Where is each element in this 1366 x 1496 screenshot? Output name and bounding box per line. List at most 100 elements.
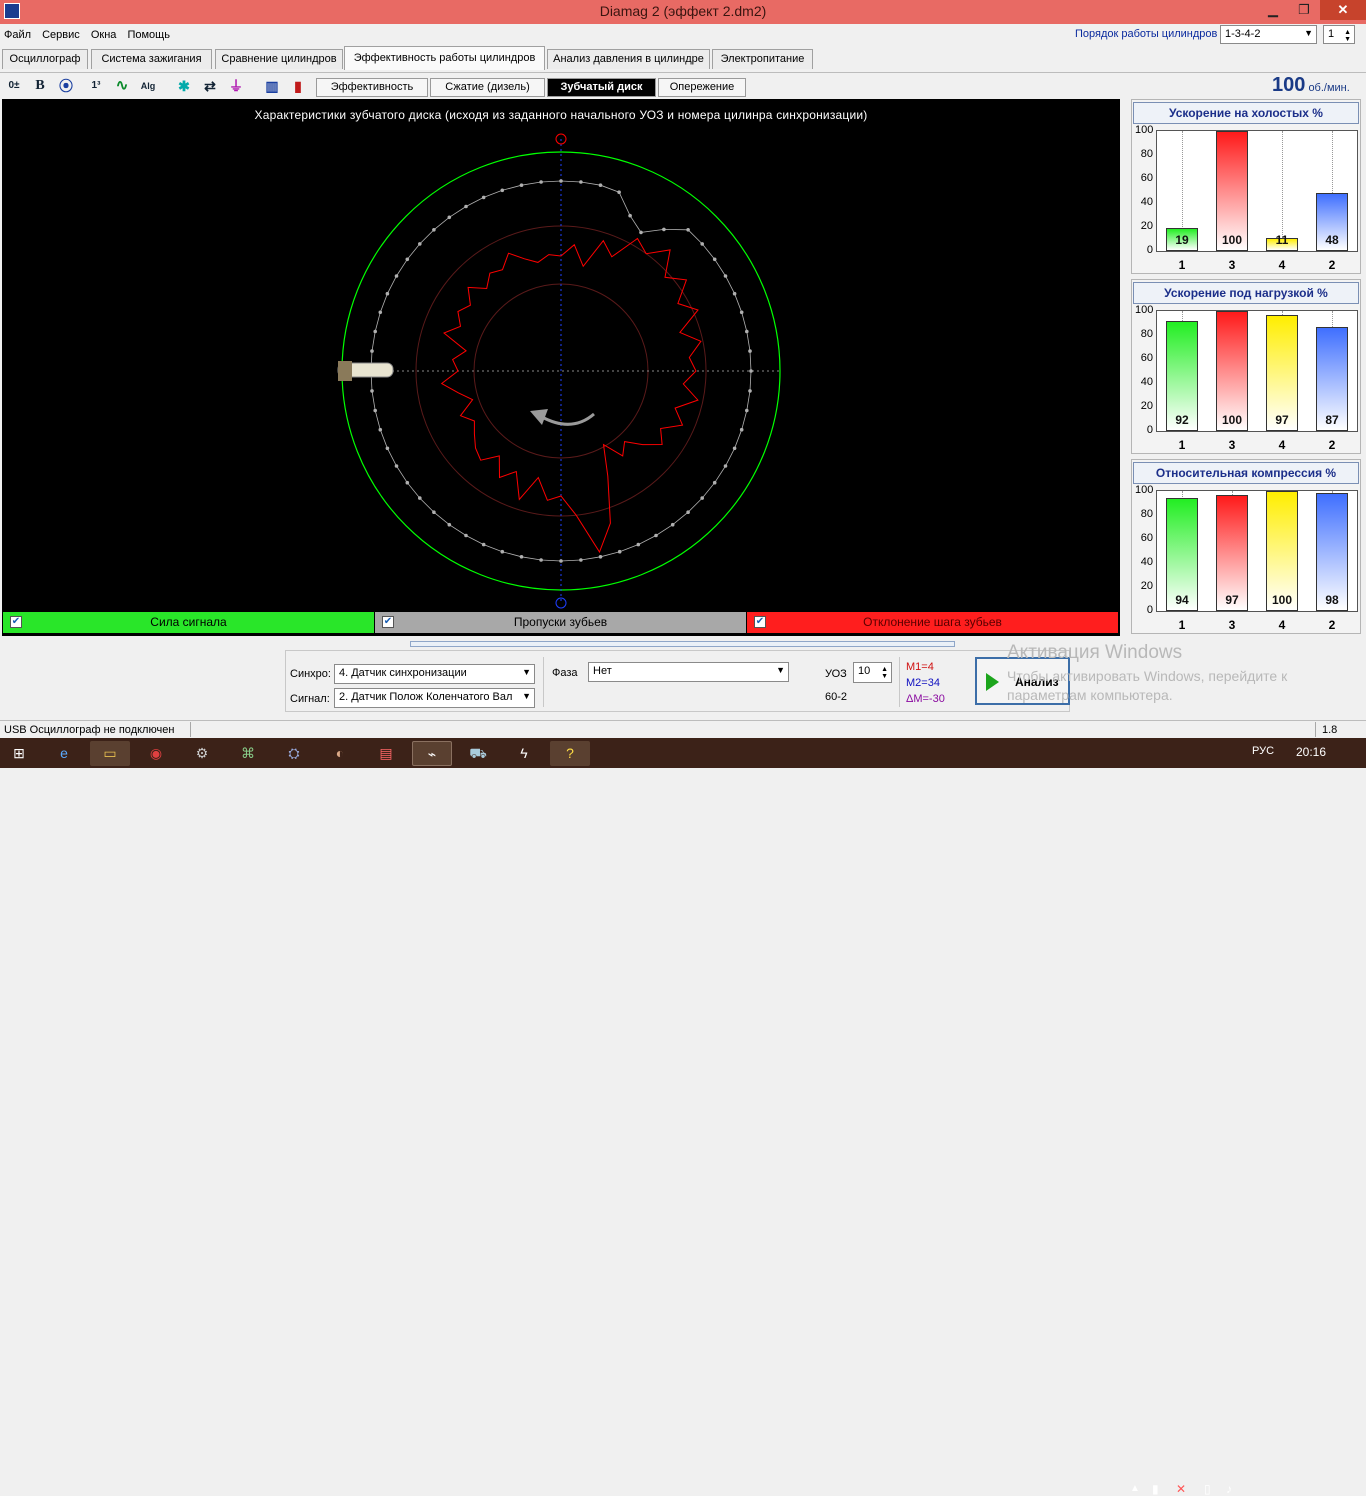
legend-pitch-deviation[interactable]: ✔ Отклонение шага зубьев (747, 612, 1118, 633)
play-icon (986, 673, 999, 691)
algorithm-icon[interactable]: Alg (138, 76, 158, 96)
volume-icon[interactable]: ♪ (1226, 1482, 1232, 1496)
legend-tooth-gaps[interactable]: ✔ Пропуски зубьев (375, 612, 746, 633)
delta-m-value: ΔM=-30 (906, 693, 945, 705)
rotation-arrow (541, 412, 595, 426)
y-tick-label: 40 (1140, 196, 1153, 208)
media-icon[interactable]: ◐ (320, 741, 360, 766)
rpm-display: 100 об./мин. (1272, 74, 1350, 97)
bold-icon[interactable]: B (30, 76, 50, 96)
menu-windows[interactable]: Окна (87, 26, 121, 44)
category-label: 3 (1228, 438, 1236, 452)
subtab-toothed-disk[interactable]: Зубчатый диск (547, 78, 656, 97)
legend-gaps-label: Пропуски зубьев (513, 615, 608, 629)
chart-title: Характеристики зубчатого диска (исходя и… (254, 108, 868, 122)
tab-pressure-analysis[interactable]: Анализ давления в цилиндре (547, 49, 710, 69)
battery-icon[interactable]: ▯ (1204, 1482, 1211, 1496)
checkbox-tooth-gaps[interactable]: ✔ (382, 616, 394, 628)
pitch-deviation-trace (440, 237, 702, 554)
minimize-button[interactable]: ▁ (1258, 0, 1288, 20)
y-tick-label: 0 (1146, 244, 1153, 256)
car-diag-icon[interactable]: ⛭ (274, 741, 314, 766)
checkbox-pitch-deviation[interactable]: ✔ (754, 616, 766, 628)
network-off-icon[interactable]: ✕ (1176, 1482, 1186, 1496)
clock[interactable]: 20:16 (1296, 745, 1326, 759)
m1-value: M1=4 (906, 661, 934, 673)
pdf-icon[interactable]: ▤ (366, 741, 406, 766)
hardware-icon[interactable]: ⚙ (182, 741, 222, 766)
bar-value-label: 100 (1271, 593, 1293, 607)
tab-cylinder-efficiency[interactable]: Эффективность работы цилиндров (344, 46, 545, 70)
curve-icon[interactable]: ∿ (112, 76, 132, 96)
cylinder-order-value: 1-3-4-2 (1225, 28, 1261, 40)
tray-arrow-icon[interactable]: ▲ (1130, 1483, 1140, 1494)
uoz-stepper[interactable]: 10 ▲ ▼ (853, 662, 892, 683)
language-indicator[interactable]: РУС (1252, 745, 1274, 757)
bars-number-icon[interactable]: ▮ (288, 76, 308, 96)
chevron-down-icon: ▼ (522, 691, 531, 701)
scanner-icon[interactable]: ⌘ (228, 741, 268, 766)
bar-value-label: 19 (1175, 233, 1189, 247)
ie-icon[interactable]: e (44, 741, 84, 766)
flash-icon[interactable]: ϟ (504, 741, 544, 766)
divider (543, 657, 544, 707)
y-tick-label: 40 (1140, 376, 1153, 388)
legend-signal-label: Сила сигнала (150, 615, 227, 629)
rpm-value: 100 (1272, 74, 1306, 96)
subtab-advance[interactable]: Опережение (658, 78, 746, 97)
menu-help[interactable]: Помощь (123, 26, 174, 44)
start-icon[interactable]: ⊞ (6, 741, 32, 766)
tab-ignition[interactable]: Система зажигания (91, 49, 212, 69)
checkbox-signal-strength[interactable]: ✔ (10, 616, 22, 628)
zero-line-icon[interactable]: 0± (4, 76, 24, 96)
tab-cylinder-compare[interactable]: Сравнение цилиндров (215, 49, 343, 69)
category-label: 1 (1178, 258, 1186, 272)
usb-status: USB Осциллограф не подключен (4, 724, 175, 736)
subtab-efficiency[interactable]: Эффективность (316, 78, 428, 97)
car-icon[interactable]: ⛟ (458, 741, 498, 766)
y-tick-label: 100 (1135, 124, 1154, 136)
wheel-type: 60-2 (825, 691, 848, 703)
bar-value-label: 11 (1275, 233, 1289, 247)
tab-oscilloscope[interactable]: Осциллограф (2, 49, 88, 69)
car-bars-icon[interactable]: ▥ (262, 76, 282, 96)
category-label: 3 (1228, 258, 1236, 272)
chrome-icon[interactable]: ◉ (136, 741, 176, 766)
tab-power-supply[interactable]: Электропитание (712, 49, 813, 69)
idle-acceleration-panel: Ускорение на холостых % 100 80 60 40 20 0 19 1 1… (1131, 99, 1361, 274)
signal-select[interactable]: 2. Датчик Полож Коленчатого Вал ▼ (334, 688, 535, 708)
category-label: 2 (1328, 618, 1336, 632)
legend-signal-strength[interactable]: ✔ Сила сигнала (3, 612, 374, 633)
toothed-disk-canvas[interactable]: Характеристики зубчатого диска (исходя и… (2, 99, 1120, 636)
close-button[interactable]: ✕ (1320, 0, 1366, 20)
y-tick-label: 20 (1140, 220, 1153, 232)
rotation-arrowhead (530, 409, 548, 425)
sequence-icon[interactable]: ⇄ (200, 76, 220, 96)
sensor-icon[interactable]: ✱ (174, 76, 194, 96)
subtab-compression-diesel[interactable]: Сжатие (дизель) (430, 78, 545, 97)
status-bar: USB Осциллограф не подключен 1.8 (0, 720, 1366, 738)
category-label: 2 (1328, 258, 1336, 272)
rpm-gauge-icon[interactable]: ⦿ (56, 76, 76, 96)
cylinder-index-stepper[interactable]: 1 ▲ ▼ (1323, 25, 1355, 44)
signal-icon[interactable]: ▮ (1152, 1482, 1159, 1496)
version-status: 1.8 (1322, 724, 1338, 736)
explorer-icon[interactable]: ▭ (90, 741, 130, 766)
phase-select[interactable]: Нет ▼ (588, 662, 789, 682)
cylinder-order-select[interactable]: 1-3-4-2 ▼ (1220, 25, 1317, 44)
cylinder-numbers-icon[interactable]: 1³ (86, 76, 106, 96)
load-acceleration-title: Ускорение под нагрузкой % (1133, 282, 1359, 304)
toolbar: 0± B ⦿ 1³ ∿ Alg ✱ ⇄ ⏚ ▥ ▮ Эффективность … (0, 72, 1366, 98)
bar-value-label: 48 (1325, 233, 1339, 247)
sync-select[interactable]: 4. Датчик синхронизации ▼ (334, 664, 535, 684)
maximize-button[interactable]: ❐ (1289, 0, 1319, 20)
relative-compression-panel: Относительная компрессия % 100 80 60 40 20 0 9… (1131, 459, 1361, 634)
activation-watermark-title: Активация Windows (1007, 642, 1183, 663)
help-icon[interactable]: ? (550, 741, 590, 766)
filter-icon[interactable]: ⏚ (226, 76, 246, 96)
menu-file[interactable]: Файл (0, 26, 35, 44)
diamag-task-icon[interactable]: ⌁ (412, 741, 452, 766)
menu-service[interactable]: Сервис (38, 26, 84, 44)
splitter-handle[interactable] (410, 641, 955, 647)
category-label: 4 (1278, 438, 1286, 452)
